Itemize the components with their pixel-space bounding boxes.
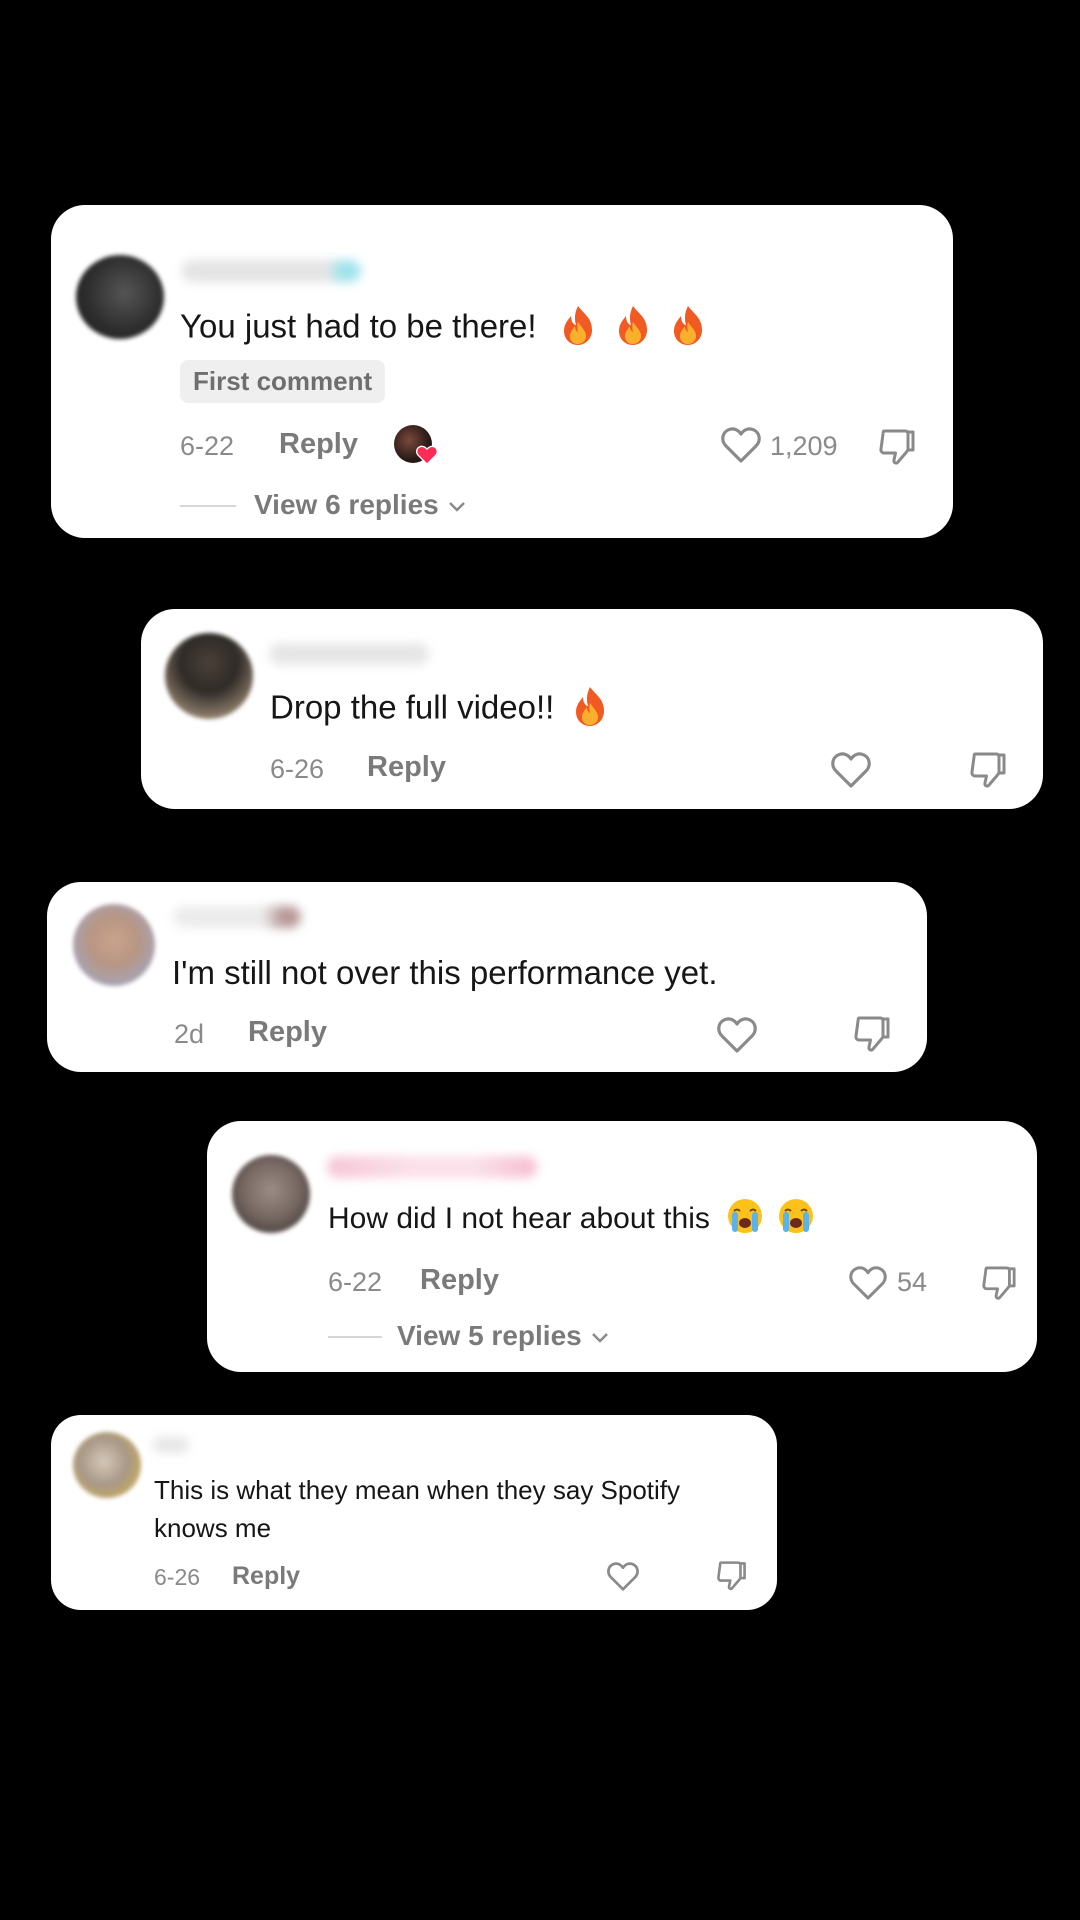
username-blurred[interactable] [173,906,301,928]
view-replies-button[interactable]: View 5 replies [397,1320,610,1352]
crying-emoji [777,1197,815,1243]
comment-date: 2d [174,1019,205,1049]
username-blurred[interactable] [181,260,361,282]
chevron-down-icon [591,1332,608,1343]
avatar[interactable] [76,255,164,339]
heart-filled-icon [416,445,438,465]
dislike-icon[interactable] [878,428,916,468]
dislike-icon[interactable] [716,1560,747,1593]
first-comment-badge: First comment [180,360,386,403]
like-count: 54 [897,1267,928,1297]
comment-date: 6-26 [154,1564,201,1590]
comment-body: I'm still not over this performance yet. [172,954,718,991]
heart-outline-icon[interactable] [721,427,761,463]
fire-emoji [668,304,708,354]
heart-outline-icon[interactable] [607,1562,639,1591]
comment-text: Drop the full video!! [270,685,610,735]
heart-outline-icon[interactable] [831,752,871,788]
avatar[interactable] [73,1432,141,1498]
comment-text: You just had to be there! [180,304,708,354]
comment-text: This is what they mean when they say Spo… [154,1471,754,1547]
comment-card-2: Drop the full video!! 6-26 Reply [141,609,1043,809]
username-blurred[interactable] [269,643,429,665]
reply-button[interactable]: Reply [420,1264,499,1297]
reply-button[interactable]: Reply [279,428,358,461]
dislike-icon[interactable] [853,1015,891,1055]
comment-card-3: I'm still not over this performance yet.… [47,882,927,1072]
comment-body-line-2: knows me [154,1513,272,1543]
fire-emoji [613,304,653,354]
crying-emoji [726,1197,764,1243]
comment-body: How did I not hear about this [328,1201,710,1235]
reply-button[interactable]: Reply [232,1562,300,1591]
heart-outline-icon[interactable] [717,1017,757,1053]
username-blurred[interactable] [327,1156,537,1178]
fire-emoji [570,685,610,735]
chevron-down-icon [448,501,465,512]
comment-screenshots: You just had to be there! First comment … [0,0,1080,1920]
view-replies-button[interactable]: View 6 replies [254,489,467,521]
comment-date: 6-22 [180,431,235,461]
comment-date: 6-26 [270,754,325,784]
replies-divider [328,1336,382,1338]
view-replies-label: View 6 replies [254,489,439,520]
comment-date: 6-22 [328,1267,383,1297]
reply-button[interactable]: Reply [367,751,446,784]
avatar[interactable] [73,904,155,986]
dislike-icon[interactable] [981,1265,1017,1303]
dislike-icon[interactable] [969,751,1007,791]
comment-card-1: You just had to be there! First comment … [51,205,953,538]
username-blurred[interactable] [153,1437,189,1453]
like-count: 1,209 [770,431,838,461]
comment-text: I'm still not over this performance yet. [172,952,718,994]
heart-outline-icon[interactable] [849,1266,887,1300]
comment-text: How did I not hear about this [328,1197,815,1243]
fire-emoji [558,304,598,354]
comment-body: You just had to be there! [180,307,537,345]
replies-divider [180,505,236,507]
comment-card-4: How did I not hear about this 6-22 Reply… [207,1121,1037,1372]
comment-body-line-1: This is what they mean when they say Spo… [154,1475,681,1505]
creator-liked-badge [394,425,438,467]
avatar[interactable] [232,1155,310,1233]
view-replies-label: View 5 replies [397,1320,582,1351]
comment-body: Drop the full video!! [270,688,555,726]
reply-button[interactable]: Reply [248,1016,327,1049]
avatar[interactable] [165,633,253,719]
comment-card-5: This is what they mean when they say Spo… [51,1415,777,1610]
